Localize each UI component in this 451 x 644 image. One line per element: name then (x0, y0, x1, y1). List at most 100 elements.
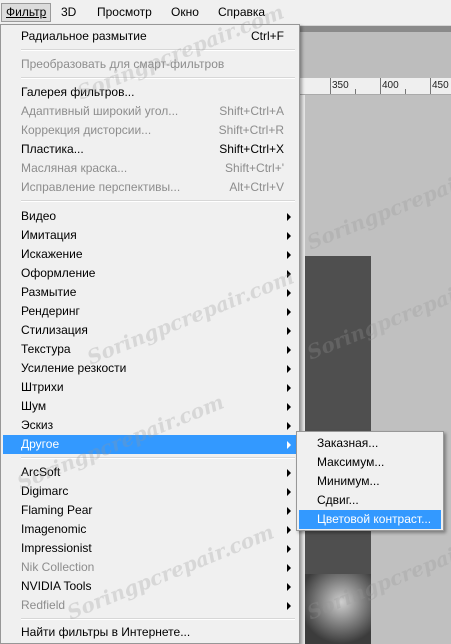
menu-item-label: Imagenomic (21, 522, 87, 536)
menu-item-filter-gallery[interactable]: Галерея фильтров... (3, 83, 297, 102)
menu-item-imagenomic[interactable]: Imagenomic (3, 520, 297, 539)
menu-item-vanishing-point[interactable]: Исправление перспективы... Alt+Ctrl+V (3, 178, 297, 197)
menu-item-brush-strokes[interactable]: Штрихи (3, 378, 297, 397)
menu-label: Фильтр (6, 5, 47, 19)
submenu-arrow-icon (287, 488, 291, 496)
menu-item-redfield[interactable]: Redfield (3, 596, 297, 615)
menu-separator (21, 77, 295, 79)
menu-item-pixelate[interactable]: Оформление (3, 264, 297, 283)
submenu-item-maximum[interactable]: Максимум... (299, 453, 441, 472)
submenu-arrow-icon (287, 308, 291, 316)
menu-item-noise[interactable]: Шум (3, 397, 297, 416)
menu-item-oil-paint[interactable]: Масляная краска... Shift+Ctrl+' (3, 159, 297, 178)
menu-item-label: Шум (21, 399, 47, 413)
menu-item-digimarc[interactable]: Digimarc (3, 482, 297, 501)
submenu-item-custom[interactable]: Заказная... (299, 434, 441, 453)
submenu-item-high-pass[interactable]: Цветовой контраст... (299, 510, 441, 529)
menu-item-stylize[interactable]: Стилизация (3, 321, 297, 340)
submenu-arrow-icon (287, 583, 291, 591)
submenu-item-minimum[interactable]: Минимум... (299, 472, 441, 491)
menu-item-label: Nik Collection (21, 560, 95, 574)
menu-item-label: Пластика... (21, 142, 84, 156)
submenu-arrow-icon (287, 469, 291, 477)
menu-item-sketch[interactable]: Эскиз (3, 416, 297, 435)
submenu-arrow-icon (287, 346, 291, 354)
ruler-tick (380, 78, 381, 94)
menu-item-label: Текстура (21, 342, 71, 356)
submenu-arrow-icon (287, 213, 291, 221)
menu-item-adaptive-wide-angle[interactable]: Адаптивный широкий угол... Shift+Ctrl+A (3, 102, 297, 121)
menu-item-nik-collection[interactable]: Nik Collection (3, 558, 297, 577)
submenu-item-label: Минимум... (317, 474, 380, 488)
menu-item-label: Impressionist (21, 541, 92, 555)
menu-item-sharpen[interactable]: Усиление резкости (3, 359, 297, 378)
menu-item-nvidia-tools[interactable]: NVIDIA Tools (3, 577, 297, 596)
submenu-arrow-icon (287, 507, 291, 515)
ruler-label: 400 (382, 80, 399, 91)
menu-item-shortcut: Alt+Ctrl+V (229, 180, 284, 194)
submenu-arrow-icon (287, 403, 291, 411)
menu-item-flaming-pear[interactable]: Flaming Pear (3, 501, 297, 520)
submenu-arrow-icon (287, 384, 291, 392)
submenu-arrow-icon (287, 289, 291, 297)
menu-label: Просмотр (97, 5, 152, 19)
menu-item-lens-correction[interactable]: Коррекция дисторсии... Shift+Ctrl+R (3, 121, 297, 140)
submenu-item-offset[interactable]: Сдвиг... (299, 491, 441, 510)
other-submenu: Заказная... Максимум... Минимум... Сдвиг… (296, 431, 444, 531)
submenu-item-label: Цветовой контраст... (317, 512, 432, 526)
menu-item-impressionist[interactable]: Impressionist (3, 539, 297, 558)
menu-item-label: Digimarc (21, 484, 69, 498)
menu-label: Справка (218, 5, 266, 19)
menu-separator (21, 200, 295, 202)
menu-item-texture[interactable]: Текстура (3, 340, 297, 359)
menu-item-other[interactable]: Другое (3, 435, 297, 454)
menu-item-radial-blur[interactable]: Радиальное размытие Ctrl+F (3, 27, 297, 46)
ruler-tick (330, 78, 331, 94)
menu-item-label: Flaming Pear (21, 503, 93, 517)
menu-item-convert-smart-filters[interactable]: Преобразовать для смарт-фильтров (3, 55, 297, 74)
menu-item-artistic[interactable]: Имитация (3, 226, 297, 245)
menu-item-shortcut: Shift+Ctrl+A (219, 104, 284, 118)
menu-item-label: Стилизация (21, 323, 88, 337)
menu-item-label: Усиление резкости (21, 361, 127, 375)
ruler-tick (430, 78, 431, 94)
menu-window[interactable]: Окно (167, 3, 203, 22)
filter-menu: Радиальное размытие Ctrl+F Преобразовать… (0, 24, 300, 644)
menu-item-label: Redfield (21, 598, 66, 612)
submenu-item-label: Заказная... (317, 436, 379, 450)
menu-item-shortcut: Ctrl+F (251, 29, 284, 43)
menu-item-arcsoft[interactable]: ArcSoft (3, 463, 297, 482)
menu-item-label: NVIDIA Tools (21, 579, 92, 593)
menu-item-liquify[interactable]: Пластика... Shift+Ctrl+X (3, 140, 297, 159)
menu-item-label: Галерея фильтров... (21, 85, 135, 99)
menu-3d[interactable]: 3D (57, 3, 80, 22)
ruler-tick (405, 89, 406, 94)
menu-item-distort[interactable]: Искажение (3, 245, 297, 264)
horizontal-ruler: 350 400 450 (300, 78, 451, 95)
ruler-label: 350 (332, 80, 349, 91)
menu-item-shortcut: Shift+Ctrl+' (225, 161, 284, 175)
menu-separator (21, 618, 295, 620)
menu-item-render[interactable]: Рендеринг (3, 302, 297, 321)
submenu-item-label: Сдвиг... (317, 493, 359, 507)
menu-item-label: Радиальное размытие (21, 29, 147, 43)
menu-item-label: Другое (21, 437, 60, 451)
menu-item-label: Видео (21, 209, 57, 223)
menu-separator (21, 49, 295, 51)
menu-label: Окно (171, 5, 199, 19)
submenu-arrow-icon (287, 251, 291, 259)
menu-item-browse-filters-online[interactable]: Найти фильтры в Интернете... (3, 623, 297, 642)
submenu-arrow-icon (287, 564, 291, 572)
submenu-arrow-icon (287, 327, 291, 335)
menu-filter[interactable]: Фильтр (1, 3, 52, 22)
menu-item-label: Исправление перспективы... (21, 180, 181, 194)
menu-view[interactable]: Просмотр (93, 3, 156, 22)
menu-item-video[interactable]: Видео (3, 207, 297, 226)
submenu-arrow-icon (287, 441, 291, 449)
menu-separator (21, 457, 295, 459)
menu-item-blur[interactable]: Размытие (3, 283, 297, 302)
menu-item-label: Рендеринг (21, 304, 80, 318)
menu-help[interactable]: Справка (214, 3, 269, 22)
submenu-item-label: Максимум... (317, 455, 385, 469)
menu-item-label: Коррекция дисторсии... (21, 123, 152, 137)
